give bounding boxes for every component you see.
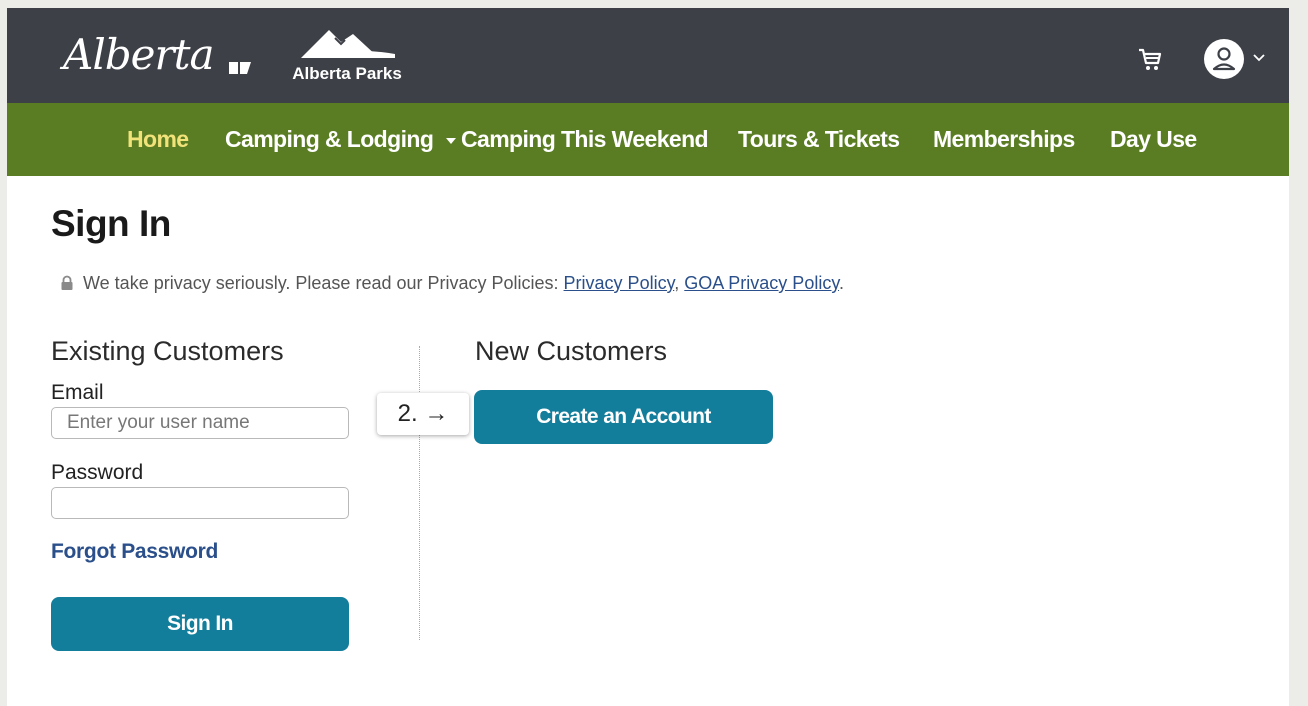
nav-item-label: Tours & Tickets xyxy=(738,126,900,152)
mountain-icon xyxy=(301,30,395,58)
nav-item-label: Camping & Lodging xyxy=(225,126,434,152)
nav-item-label: Camping This Weekend xyxy=(461,126,709,152)
cart-icon[interactable] xyxy=(1137,46,1163,72)
lock-icon xyxy=(61,275,73,290)
nav-item-tours-tickets[interactable]: Tours & Tickets xyxy=(738,103,900,176)
nav-item-label: Memberships xyxy=(933,126,1075,152)
chevron-down-icon[interactable] xyxy=(1252,50,1266,64)
nav-item-label: Day Use xyxy=(1110,126,1197,152)
password-field[interactable] xyxy=(51,487,349,519)
alberta-logo-mark-icon xyxy=(229,62,251,74)
caret-down-icon xyxy=(446,137,457,144)
privacy-text: We take privacy seriously. Please read o… xyxy=(83,273,559,293)
goa-privacy-policy-link[interactable]: GOA Privacy Policy xyxy=(684,273,839,293)
nav-item-memberships[interactable]: Memberships xyxy=(933,103,1075,176)
step-annotation: 2. → xyxy=(377,393,469,435)
page-frame: Alberta Alberta Parks Home Camping & Lod… xyxy=(7,8,1289,706)
alberta-logo[interactable]: Alberta xyxy=(63,26,214,84)
page-title: Sign In xyxy=(51,203,171,244)
new-customers-heading: New Customers xyxy=(475,336,668,366)
email-label: Email xyxy=(51,381,104,404)
privacy-notice: We take privacy seriously. Please read o… xyxy=(59,273,844,299)
alberta-parks-logo[interactable]: Alberta Parks xyxy=(283,24,411,90)
privacy-separator: , xyxy=(674,273,680,293)
main-nav: Home Camping & Lodging Camping This Week… xyxy=(7,103,1289,176)
nav-item-label: Home xyxy=(127,126,189,152)
email-field[interactable] xyxy=(51,407,349,439)
nav-item-day-use[interactable]: Day Use xyxy=(1110,103,1197,176)
privacy-policy-link[interactable]: Privacy Policy xyxy=(564,273,675,293)
privacy-end: . xyxy=(839,273,845,293)
user-icon[interactable] xyxy=(1203,38,1245,80)
nav-item-home[interactable]: Home xyxy=(127,103,189,176)
nav-item-camping-this-weekend[interactable]: Camping This Weekend xyxy=(461,103,709,176)
parks-logo-label: Alberta Parks xyxy=(292,64,402,83)
column-divider xyxy=(419,346,420,640)
nav-item-camping-lodging[interactable]: Camping & Lodging xyxy=(225,103,457,176)
create-account-button[interactable]: Create an Account xyxy=(474,390,773,444)
password-label: Password xyxy=(51,461,144,484)
sign-in-button[interactable]: Sign In xyxy=(51,597,349,651)
existing-customers-heading: Existing Customers xyxy=(51,336,284,366)
top-header: Alberta Alberta Parks xyxy=(7,8,1289,103)
forgot-password-link[interactable]: Forgot Password xyxy=(51,540,218,564)
